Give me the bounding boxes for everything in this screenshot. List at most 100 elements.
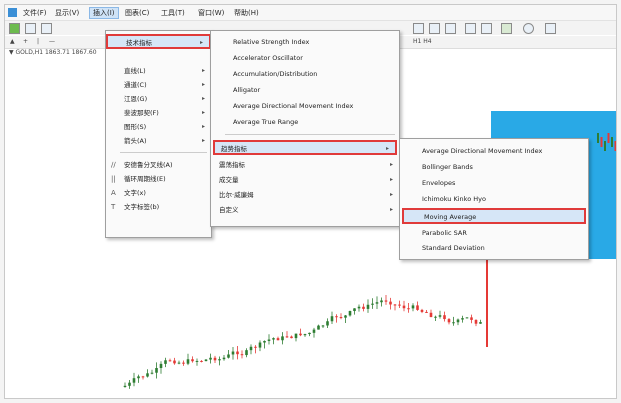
menu-item-label: Average True Range (233, 118, 299, 126)
menu-item-label: 循环周期线(E) (124, 175, 166, 183)
candle-body (227, 354, 230, 358)
menu-charts[interactable]: 图表(C) (122, 8, 152, 18)
candle-body (249, 346, 253, 351)
menu-item-channels[interactable]: 通道(C) ▸ (106, 78, 211, 92)
trend-parabolic-sar[interactable]: Parabolic SAR (400, 226, 588, 240)
menu-item-label: 文字(x) (124, 189, 146, 197)
menu-file[interactable]: 文件(F) (20, 8, 50, 18)
timeframe-buttons[interactable]: H1 H4 (413, 38, 432, 45)
menu-item-arrows[interactable]: 箭头(A) ▸ (106, 134, 211, 148)
candle-body (209, 357, 212, 360)
group-oscillators[interactable]: 震荡指标 ▸ (211, 158, 399, 172)
candle-body (177, 362, 181, 364)
submenu-arrow-icon: ▸ (201, 67, 205, 74)
menu-tools[interactable]: 工具(T) (158, 8, 188, 18)
candle-body (218, 359, 221, 361)
indicator-admi[interactable]: Average Directional Movement Index (211, 99, 399, 113)
candle-body (362, 306, 365, 309)
periods-icon[interactable] (523, 23, 534, 34)
trend-bollinger[interactable]: Bollinger Bands (400, 160, 588, 174)
candle-body (317, 325, 320, 330)
profiles-icon[interactable] (25, 23, 36, 34)
menu-bar: 文件(F) 显示(V) 插入(I) 图表(C) 工具(T) 窗口(W) 帮助(H… (5, 5, 616, 21)
menu-item-fibonacci[interactable]: 斐波那契(F) ▸ (106, 106, 211, 120)
menu-view[interactable]: 显示(V) (52, 8, 82, 18)
menu-item-label: 通道(C) (124, 81, 147, 89)
menu-item-andrews-pitchfork[interactable]: ∕∕ 安德鲁分叉线(A) (106, 158, 211, 172)
zoom-out-icon[interactable] (429, 23, 440, 34)
group-trend[interactable]: 趋势指标 ▸ (213, 140, 397, 155)
candle-body (132, 378, 136, 383)
candle-body (128, 382, 131, 386)
menu-item-label: Relative Strength Index (233, 38, 310, 46)
menu-item-gann[interactable]: 江恩(G) ▸ (106, 92, 211, 106)
trend-admi[interactable]: Average Directional Movement Index (400, 144, 588, 158)
indicator-accumulation[interactable]: Accumulation/Distribution (211, 67, 399, 81)
menu-item-label: 技术指标 (126, 39, 152, 47)
menu-help[interactable]: 帮助(H) (231, 8, 262, 18)
trend-moving-average[interactable]: Moving Average (402, 208, 586, 224)
indicator-accelerator[interactable]: Accelerator Oscillator (211, 51, 399, 65)
candle-body (600, 137, 603, 147)
candle-body (470, 317, 473, 320)
candle-body (407, 308, 410, 310)
menu-window[interactable]: 窗口(W) (195, 8, 227, 18)
tile-windows-icon[interactable] (445, 23, 456, 34)
menu-item-label: 自定义 (219, 206, 239, 214)
candle-body (137, 376, 140, 379)
zoom-in-icon[interactable] (413, 23, 424, 34)
new-chart-icon[interactable] (9, 23, 20, 34)
submenu-arrow-icon: ▸ (201, 137, 205, 144)
indicator-rsi[interactable]: Relative Strength Index (211, 35, 399, 49)
trend-standard-deviation[interactable]: Standard Deviation (400, 241, 588, 255)
crosshair-icon[interactable]: + (23, 38, 28, 45)
candle-body (366, 304, 370, 309)
group-volumes[interactable]: 成交量 ▸ (211, 173, 399, 187)
group-custom[interactable]: 自定义 ▸ (211, 203, 399, 217)
menu-item-technical-indicators[interactable]: 技术指标 ▸ (106, 34, 211, 49)
trend-ichimoku[interactable]: Ichimoku Kinko Hyo (400, 192, 588, 206)
menu-item-label: Moving Average (424, 213, 477, 221)
insert-menu: 技术指标 ▸ 直线(L) ▸ 通道(C) ▸ 江恩(G) ▸ 斐波那契(F) ▸… (105, 30, 212, 238)
autoscroll-icon[interactable] (481, 23, 492, 34)
candle-body (353, 308, 356, 312)
indicator-atr[interactable]: Average True Range (211, 115, 399, 129)
candle-body (597, 133, 599, 143)
candle-body (254, 346, 257, 348)
chart-shift-icon[interactable] (465, 23, 476, 34)
indicators-icon[interactable] (501, 23, 512, 34)
candle-body (159, 363, 163, 369)
menu-item-cycle-lines[interactable]: || 循环周期线(E) (106, 172, 211, 186)
templates-icon[interactable] (545, 23, 556, 34)
candle-body (393, 304, 397, 306)
candle-body (173, 360, 176, 364)
candle-body (308, 332, 311, 335)
horizontal-line-icon[interactable]: — (49, 38, 55, 45)
vertical-line-icon[interactable]: | (37, 38, 39, 45)
menu-item-text-label[interactable]: T 文字标签(b) (106, 200, 211, 214)
text-icon: A (111, 189, 116, 197)
candle-body (330, 316, 334, 322)
menu-item-shapes[interactable]: 图形(S) ▸ (106, 120, 211, 134)
candle-body (213, 357, 217, 361)
menu-item-lines[interactable]: 直线(L) ▸ (106, 64, 211, 78)
menu-item-label: 成交量 (219, 176, 239, 184)
market-watch-icon[interactable] (41, 23, 52, 34)
menu-separator (225, 134, 395, 135)
candle-body (272, 338, 275, 340)
candle-body (420, 309, 424, 312)
submenu-arrow-icon: ▸ (201, 95, 205, 102)
candle-body (402, 305, 406, 309)
candle-body (200, 360, 203, 362)
candle-body (344, 315, 347, 318)
menu-item-label: 比尔·威廉姆 (219, 191, 254, 199)
indicator-alligator[interactable]: Alligator (211, 83, 399, 97)
trend-envelopes[interactable]: Envelopes (400, 176, 588, 190)
candle-body (389, 301, 392, 305)
menu-insert[interactable]: 插入(I) (89, 7, 119, 19)
cursor-icon[interactable]: ▲ (10, 38, 15, 45)
group-bill-williams[interactable]: 比尔·威廉姆 ▸ (211, 188, 399, 202)
candle-body (326, 321, 329, 326)
menu-item-label: 安德鲁分叉线(A) (124, 161, 173, 169)
menu-item-text[interactable]: A 文字(x) (106, 186, 211, 200)
